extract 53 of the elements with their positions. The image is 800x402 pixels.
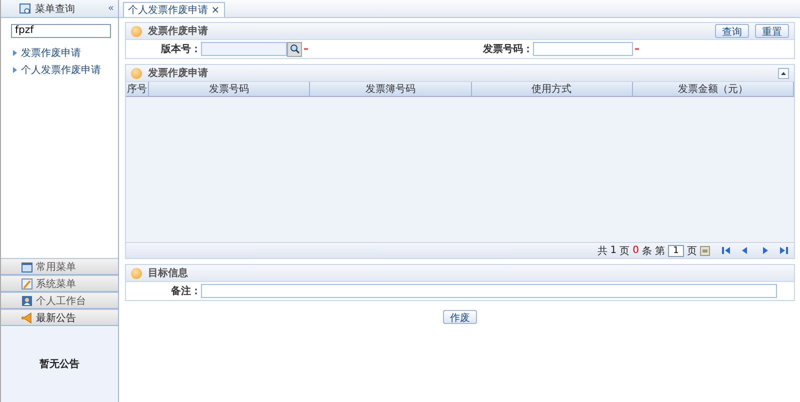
page-number-field[interactable]: 1 <box>668 244 684 256</box>
orb-icon <box>131 26 142 36</box>
accordion-header[interactable]: 个人工作台 <box>1 292 118 309</box>
column-header: 使用方式 <box>472 82 633 96</box>
field-label: 备注： <box>170 284 201 298</box>
search-icon <box>290 44 300 54</box>
next-page-icon[interactable] <box>762 246 768 255</box>
window-icon <box>21 260 33 272</box>
field-label: 发票号码： <box>482 42 533 56</box>
notice-text: 暂无公告 <box>40 358 80 371</box>
pager-text: 第 <box>655 244 665 258</box>
menu-tree-item[interactable]: 发票作废申请 <box>13 46 118 60</box>
first-page-icon[interactable] <box>722 246 731 255</box>
lookup-button[interactable] <box>287 42 302 56</box>
user-card-icon <box>21 294 33 306</box>
panel-title: 发票作废申请 <box>148 66 209 80</box>
column-header: 发票簿号码 <box>310 82 472 96</box>
panel-button[interactable]: 重置 <box>755 24 789 38</box>
field-label: 版本号： <box>160 42 201 56</box>
accordion-header[interactable]: 常用菜单 <box>1 258 118 275</box>
tab[interactable]: 个人发票作废申请 × <box>123 2 225 17</box>
accordion-header[interactable]: 系统菜单 <box>1 275 118 292</box>
column-header: 发票号码 <box>149 82 310 96</box>
pager-text: 页 <box>620 244 630 258</box>
orb-icon <box>131 68 142 78</box>
column-header: 发票金额（元） <box>632 82 794 96</box>
column-header: 序号 <box>126 82 149 96</box>
pager-text: 共 <box>597 244 608 258</box>
caret-up-icon <box>781 72 786 74</box>
pencil-icon <box>21 278 33 290</box>
previous-page-icon[interactable] <box>742 246 748 255</box>
accordion-header[interactable]: 最新公告 <box>1 309 118 326</box>
panel-title: 目标信息 <box>148 266 189 280</box>
text-field[interactable] <box>533 42 633 56</box>
record-count: 0 <box>632 245 639 256</box>
megaphone-icon <box>21 312 33 324</box>
void-button[interactable]: 作废 <box>443 310 477 324</box>
sidebar-title: 菜单查询 <box>35 2 76 16</box>
text-field[interactable] <box>201 42 287 56</box>
search-list-icon <box>19 2 31 14</box>
menu-tree-item[interactable]: 个人发票作废申请 <box>13 63 118 77</box>
remark-field[interactable] <box>201 284 777 298</box>
pager-text: 条 <box>642 244 652 258</box>
last-page-icon[interactable] <box>779 246 788 255</box>
collapse-button[interactable]: « <box>108 3 114 14</box>
panel-title: 发票作废申请 <box>148 24 209 38</box>
page-count: 1 <box>610 245 617 256</box>
collapse-panel-button[interactable] <box>778 68 789 78</box>
go-icon[interactable] <box>700 246 710 256</box>
orb-icon <box>131 268 142 278</box>
pager-text: 页 <box>687 244 697 258</box>
panel-button[interactable]: 查询 <box>715 24 749 38</box>
menu-search-field[interactable]: fpzf <box>11 24 111 38</box>
